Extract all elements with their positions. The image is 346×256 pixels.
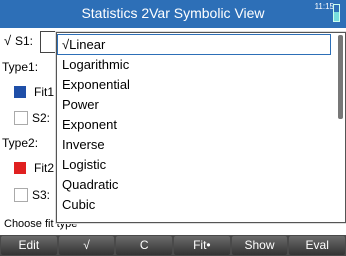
clock: 11:15 [314, 2, 334, 11]
option-exponential[interactable]: Exponential [58, 75, 330, 94]
edit-softkey[interactable]: Edit [1, 236, 57, 255]
view-title: Statistics 2Var Symbolic View [81, 5, 265, 21]
s1-label: S1: [15, 34, 34, 48]
option-cubic[interactable]: Cubic [58, 195, 330, 214]
battery-icon [333, 4, 340, 22]
option-quadratic[interactable]: Quadratic [58, 175, 330, 194]
fit1-color-swatch[interactable] [14, 86, 26, 98]
fit2-label: Fit2 [34, 161, 55, 175]
option-exponent[interactable]: Exponent [58, 115, 330, 134]
dropdown-scrollbar[interactable] [338, 35, 343, 119]
type2-label: Type2: [2, 136, 39, 150]
check-softkey[interactable]: √ [58, 236, 115, 255]
s2-checkbox[interactable] [14, 111, 28, 125]
s3-checkbox[interactable] [14, 188, 28, 202]
type1-label: Type1: [2, 60, 39, 74]
title-bar: Statistics 2Var Symbolic View 11:15 [0, 0, 346, 28]
fit-type-dropdown[interactable]: √Linear Logarithmic Exponential Power Ex… [56, 32, 346, 223]
option-inverse[interactable]: Inverse [58, 135, 330, 154]
option-logarithmic[interactable]: Logarithmic [58, 55, 330, 74]
s1-check-icon[interactable]: √ [4, 33, 11, 48]
fit-softkey[interactable]: Fit• [174, 236, 230, 255]
option-linear[interactable]: √Linear [57, 34, 331, 55]
clear-softkey[interactable]: C [116, 236, 173, 255]
fit1-label: Fit1 [34, 85, 55, 99]
calculator-screen: Statistics 2Var Symbolic View 11:15 √ S1… [0, 0, 346, 256]
s2-label: S2: [32, 111, 51, 125]
option-power[interactable]: Power [58, 95, 330, 114]
softkey-bar: Edit √ C Fit• Show Eval [0, 235, 346, 256]
option-logistic[interactable]: Logistic [58, 155, 330, 174]
s3-label: S3: [32, 188, 51, 202]
fit2-color-swatch[interactable] [14, 162, 26, 174]
eval-softkey[interactable]: Eval [289, 236, 346, 255]
show-softkey[interactable]: Show [231, 236, 288, 255]
